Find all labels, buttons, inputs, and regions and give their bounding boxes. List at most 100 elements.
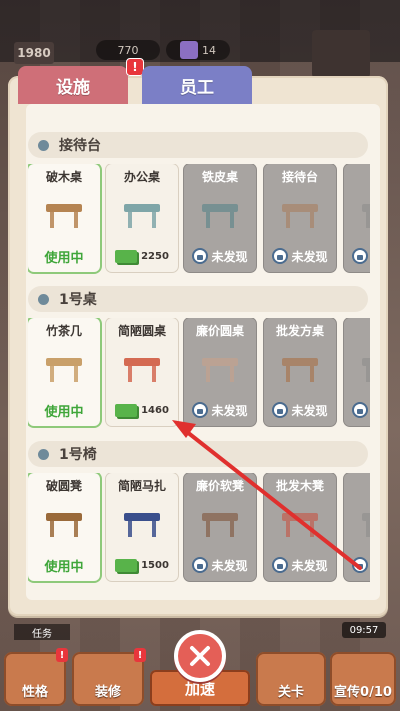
round-table-icon bbox=[120, 346, 164, 386]
in-use-label: 使用中 bbox=[44, 559, 84, 575]
furniture-card[interactable]: 廉价软凳 未发现 bbox=[184, 473, 256, 581]
promo-button[interactable]: 宣传0/10 bbox=[330, 652, 396, 706]
personality-label: 性格 bbox=[21, 685, 48, 700]
furniture-card[interactable]: 接待台 未发现 bbox=[264, 164, 336, 272]
furniture-name: 办公桌 bbox=[123, 170, 160, 184]
furniture-card[interactable]: 接未发现 bbox=[344, 164, 370, 272]
undiscovered-label: 未发现 bbox=[211, 403, 248, 418]
gem-icon bbox=[180, 41, 198, 59]
furniture-card[interactable]: 破圆凳 使用中 bbox=[28, 473, 100, 581]
furniture-name: 破木桌 bbox=[45, 170, 82, 184]
lock-icon bbox=[272, 557, 289, 573]
furniture-card[interactable]: 批发木凳未发现 bbox=[264, 473, 336, 581]
furniture-name: 破圆凳 bbox=[45, 479, 82, 493]
bamboo-table-icon bbox=[42, 346, 86, 386]
wood-desk-icon bbox=[42, 192, 86, 232]
furniture-card[interactable]: 廉价圆桌 未发现 bbox=[184, 318, 256, 426]
iron-desk-icon bbox=[198, 192, 242, 232]
furniture-status: 未发现 bbox=[264, 400, 336, 420]
furniture-status: 未发现 bbox=[184, 246, 256, 266]
section-header-table-1: 1号桌 bbox=[28, 286, 368, 312]
lock-icon bbox=[272, 248, 289, 264]
decorate-label: 装修 bbox=[94, 685, 121, 700]
level-label: 关卡 bbox=[277, 685, 304, 700]
alert-badge: ! bbox=[56, 648, 68, 662]
section-title: 1号椅 bbox=[59, 447, 97, 463]
item-row-reception: 破木桌使用中办公桌2250铁皮桌未发现接待台未发现接未发现 bbox=[28, 164, 370, 278]
task-label[interactable]: 任务 bbox=[14, 624, 70, 640]
furniture-name: 批发方桌 bbox=[275, 324, 324, 338]
desk-icon bbox=[358, 192, 370, 232]
promo-label: 宣传0/10 bbox=[334, 685, 392, 700]
furniture-card[interactable]: 铁皮桌未发现 bbox=[184, 164, 256, 272]
furniture-card[interactable]: 竹茶几 使用中 bbox=[28, 318, 100, 426]
section-dot-icon bbox=[38, 139, 49, 151]
furniture-card[interactable]: 简陋马扎 1500 bbox=[106, 473, 178, 581]
undiscovered-label: 未发现 bbox=[211, 249, 248, 264]
section-dot-icon bbox=[38, 293, 49, 305]
personality-button[interactable]: ! 性格 bbox=[4, 648, 68, 706]
section-title: 1号桌 bbox=[59, 292, 97, 308]
section-title: 接待台 bbox=[59, 138, 101, 154]
cheap-round-table-icon bbox=[198, 346, 242, 386]
stat-pill-a: 770 bbox=[96, 40, 160, 60]
furniture-card[interactable]: 普未发现 bbox=[344, 473, 370, 581]
furniture-status: 未发现 bbox=[344, 555, 370, 575]
panel-tabs: 设施 ! 员工 bbox=[18, 58, 252, 106]
furniture-status: 使用中 bbox=[28, 400, 100, 420]
stool-icon bbox=[42, 501, 86, 541]
stat-b-value: 14 bbox=[202, 43, 216, 57]
furniture-status: 1460 bbox=[106, 400, 178, 420]
tab-facilities[interactable]: 设施 bbox=[18, 66, 128, 104]
undiscovered-label: 未发现 bbox=[291, 403, 328, 418]
wood-stool-icon bbox=[278, 501, 322, 541]
stat-a-value: 770 bbox=[117, 43, 139, 57]
tab-staff-label: 员工 bbox=[180, 77, 214, 98]
lock-icon bbox=[352, 402, 369, 418]
furniture-name: 接 bbox=[344, 168, 370, 185]
furniture-card[interactable]: 批发方桌未发现 bbox=[264, 318, 336, 426]
item-row-chair-1: 破圆凳使用中简陋马扎1500廉价软凳未发现批发木凳未发现普未发现 bbox=[28, 473, 370, 587]
furniture-card[interactable]: 破木桌 使用中 bbox=[28, 164, 100, 272]
decorate-button[interactable]: ! 装修 bbox=[72, 648, 146, 706]
item-row-table-1: 竹茶几使用中简陋圆桌1460廉价圆桌未发现批发方桌未发现折未发现 bbox=[28, 318, 370, 432]
furniture-status: 2250 bbox=[106, 246, 178, 266]
furniture-status: 未发现 bbox=[344, 246, 370, 266]
hud-top-bar: 1980 770 14 bbox=[0, 0, 400, 78]
furniture-name: 简陋马扎 bbox=[117, 479, 166, 493]
time-label: 09:57 bbox=[342, 622, 386, 638]
furniture-status: 使用中 bbox=[28, 246, 100, 266]
undiscovered-label: 未发现 bbox=[291, 558, 328, 573]
cash-icon bbox=[115, 558, 138, 572]
lock-icon bbox=[192, 402, 209, 418]
in-use-label: 使用中 bbox=[44, 250, 84, 266]
undiscovered-label: 未发现 bbox=[291, 249, 328, 264]
bottom-bar: 任务 09:57 ! 性格 ! 装修 加速 关卡 宣传0/10 bbox=[0, 618, 400, 711]
close-button[interactable] bbox=[174, 630, 226, 682]
tab-facilities-label: 设施 bbox=[56, 77, 90, 98]
square-table-icon bbox=[278, 346, 322, 386]
furniture-card[interactable]: 简陋圆桌 1460 bbox=[106, 318, 178, 426]
undiscovered-label: 未发现 bbox=[211, 558, 248, 573]
stat-pill-b: 14 bbox=[166, 40, 230, 60]
cash-icon bbox=[115, 403, 138, 417]
furniture-name: 批发木凳 bbox=[275, 479, 324, 493]
furniture-status: 未发现 bbox=[344, 400, 370, 420]
folding-stool-icon bbox=[120, 501, 164, 541]
level-button[interactable]: 关卡 bbox=[256, 652, 326, 706]
price-label: 1460 bbox=[141, 404, 169, 416]
section-header-reception: 接待台 bbox=[28, 132, 368, 158]
lock-icon bbox=[352, 248, 369, 264]
furniture-status: 未发现 bbox=[264, 555, 336, 575]
price-label: 1500 bbox=[141, 559, 169, 571]
furniture-card[interactable]: 折未发现 bbox=[344, 318, 370, 426]
furniture-name: 折 bbox=[344, 322, 370, 339]
lock-icon bbox=[192, 557, 209, 573]
section-header-chair-1: 1号椅 bbox=[28, 441, 368, 467]
furniture-name: 铁皮桌 bbox=[201, 170, 238, 184]
furniture-card[interactable]: 办公桌 2250 bbox=[106, 164, 178, 272]
office-desk-icon bbox=[120, 192, 164, 232]
furniture-name: 简陋圆桌 bbox=[117, 324, 166, 338]
furniture-name: 普 bbox=[344, 477, 370, 494]
tab-staff[interactable]: 员工 bbox=[142, 66, 252, 104]
